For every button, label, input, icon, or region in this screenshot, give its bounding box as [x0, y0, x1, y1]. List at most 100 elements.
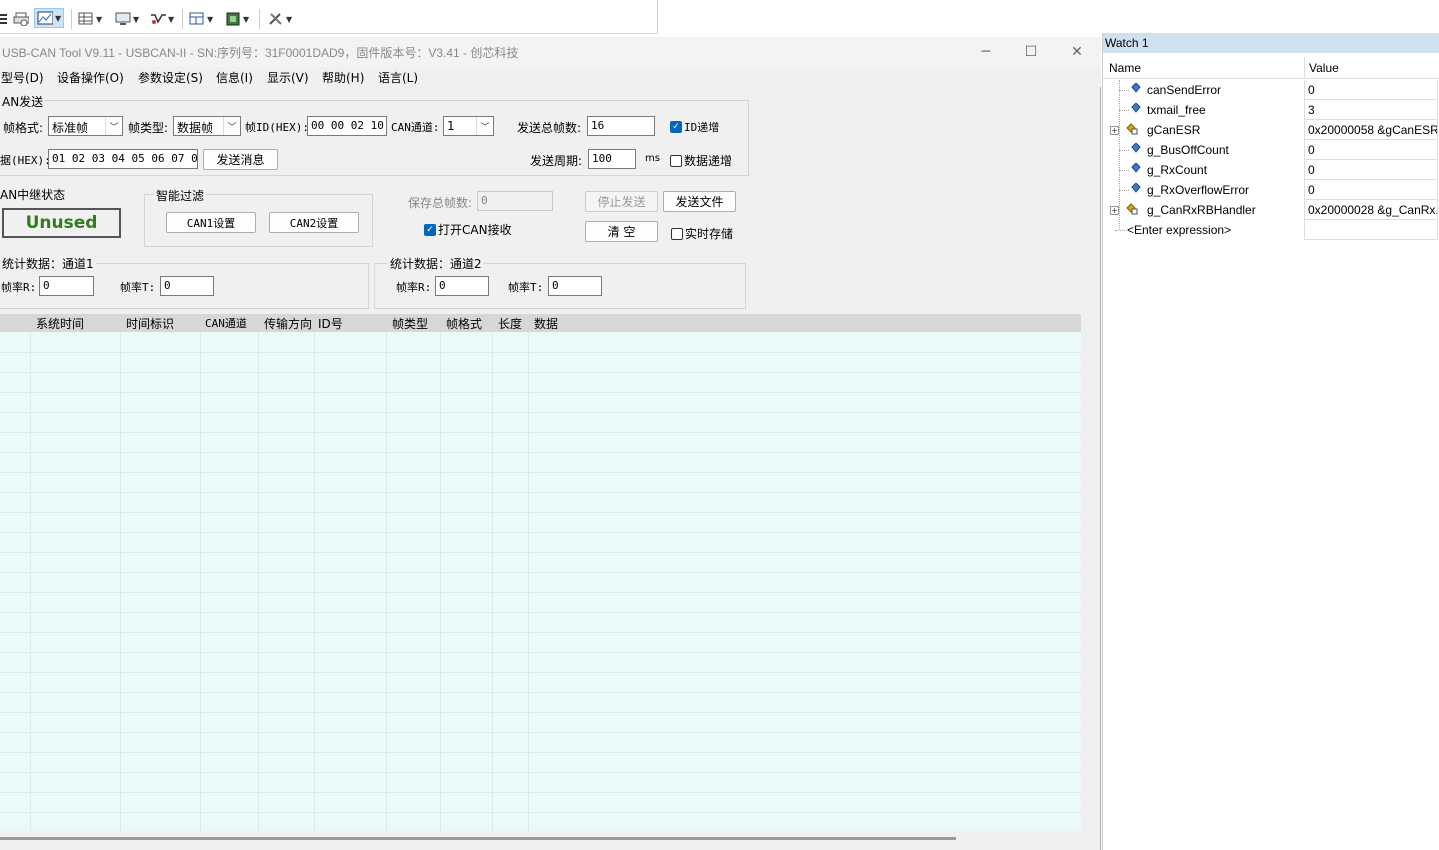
rate-r-label: 帧率R: — [1, 281, 37, 294]
check-icon: ✓ — [670, 121, 682, 133]
send-message-button[interactable]: 发送消息 — [203, 149, 278, 170]
col-name[interactable]: Name — [1109, 61, 1141, 75]
watch-value[interactable]: 0x20000028 &g_CanRx... — [1304, 200, 1438, 220]
frame-id-input[interactable]: 00 00 02 10 — [307, 116, 387, 136]
data-input[interactable]: 01 02 03 04 05 06 07 08 — [48, 149, 198, 169]
col-length[interactable]: 长度 — [498, 315, 522, 332]
chevron-down-icon: ﹀ — [223, 117, 240, 135]
col-frame-format[interactable]: 帧格式 — [446, 315, 482, 332]
watch-name: gCanESR — [1147, 123, 1201, 137]
watch-row[interactable]: txmail_free 3 — [1103, 100, 1439, 120]
printer-icon[interactable] — [13, 9, 29, 29]
period-unit: ms — [645, 153, 660, 164]
smart-filter-label: 智能过滤 — [154, 187, 207, 204]
watch-row[interactable]: g_RxOverflowError 0 — [1103, 180, 1439, 200]
frame-type-select[interactable]: 数据帧 ﹀ — [173, 116, 241, 136]
title-bar: USB-CAN Tool V9.11 - USBCAN-II - SN:序列号：… — [0, 37, 1101, 67]
signal-icon[interactable]: ▼ — [150, 9, 174, 29]
watch-value[interactable]: 3 — [1304, 100, 1438, 120]
col-value[interactable]: Value — [1309, 61, 1339, 75]
menu-language[interactable]: 语言(L) — [378, 69, 418, 86]
grid-icon[interactable]: ▼ — [78, 9, 102, 29]
variable-icon — [1131, 102, 1141, 113]
watch-value[interactable]: 0x20000058 &gCanESR — [1304, 120, 1438, 140]
period-label: 发送周期: — [530, 154, 583, 168]
watch-name: g_RxOverflowError — [1147, 183, 1250, 197]
chip-icon[interactable]: ▼ — [225, 9, 249, 29]
relay-status-badge: Unused — [2, 208, 121, 238]
can-send-group-label: AN发送 — [0, 93, 46, 110]
col-data[interactable]: 数据 — [534, 315, 558, 332]
can-channel-label: CAN通道: — [391, 121, 440, 134]
watch-value[interactable]: 0 — [1304, 180, 1438, 200]
stop-send-button[interactable]: 停止发送 — [585, 191, 658, 212]
enter-expression-value[interactable] — [1304, 220, 1438, 240]
stats-channel2-label: 统计数据：通道2 — [388, 255, 484, 272]
watch-panel: Watch 1 Name Value canSendError 0 txmail_f… — [1102, 33, 1439, 850]
minimize-button[interactable]: ─ — [963, 37, 1009, 67]
can2-settings-button[interactable]: CAN2设置 — [269, 212, 359, 233]
expand-icon[interactable]: + — [1110, 126, 1119, 135]
relay-status-label: AN中继状态 — [0, 188, 66, 202]
expand-icon[interactable]: + — [1110, 206, 1119, 215]
watch-row[interactable]: + gCanESR 0x20000058 &gCanESR — [1103, 120, 1439, 140]
stats-channel1-label: 统计数据：通道1 — [0, 255, 96, 272]
col-id[interactable]: ID号 — [318, 315, 343, 332]
watch-row[interactable]: g_BusOffCount 0 — [1103, 140, 1439, 160]
enter-expression[interactable]: <Enter expression> — [1127, 223, 1231, 237]
watch-row[interactable]: + g_CanRxRBHandler 0x20000028 &g_CanRx... — [1103, 200, 1439, 220]
monitor-icon[interactable]: ▼ — [115, 9, 139, 29]
can-channel-select[interactable]: 1 ﹀ — [443, 116, 494, 136]
horizontal-scrollbar[interactable] — [0, 837, 956, 840]
data-increment-checkbox[interactable]: 数据递增 — [670, 152, 732, 169]
rate-t-label: 帧率T: — [508, 281, 544, 294]
col-frame-type[interactable]: 帧类型 — [392, 315, 428, 332]
struct-icon — [1125, 123, 1138, 135]
clear-button[interactable]: 清 空 — [585, 221, 658, 242]
col-direction[interactable]: 传输方向 — [264, 315, 312, 332]
chevron-down-icon: ﹀ — [105, 117, 122, 135]
menu-info[interactable]: 信息(I) — [216, 69, 253, 86]
menu-help[interactable]: 帮助(H) — [322, 69, 364, 86]
watch-name: canSendError — [1147, 83, 1222, 97]
col-can-channel[interactable]: CAN通道 — [205, 315, 247, 331]
variable-icon — [1131, 82, 1141, 93]
watch-value[interactable]: 0 — [1304, 160, 1438, 180]
frame-data-grid[interactable]: 系统时间 时间标识 CAN通道 传输方向 ID号 帧类型 帧格式 长度 数据 — [0, 314, 1081, 831]
watch-row[interactable]: g_RxCount 0 — [1103, 160, 1439, 180]
send-file-button[interactable]: 发送文件 — [663, 191, 736, 212]
total-frames-input[interactable]: 16 — [587, 116, 655, 136]
menu-device[interactable]: 设备操作(O) — [57, 69, 124, 86]
col-time-stamp[interactable]: 时间标识 — [126, 315, 174, 332]
realtime-save-checkbox[interactable]: 实时存储 — [671, 225, 733, 242]
watch-value[interactable]: 0 — [1304, 80, 1438, 100]
close-button[interactable]: ✕ — [1054, 37, 1100, 67]
rate-r-label: 帧率R: — [396, 281, 432, 294]
watch-name: g_RxCount — [1147, 163, 1208, 177]
maximize-button[interactable]: ☐ — [1008, 37, 1054, 67]
menu-bar: 型号(D) 设备操作(O) 参数设定(S) 信息(I) 显示(V) 帮助(H) … — [0, 67, 1101, 87]
frame-type-label: 帧类型: — [128, 121, 169, 135]
rate-r-ch2-value: 0 — [435, 276, 489, 296]
watch-name: g_BusOffCount — [1147, 143, 1229, 157]
id-increment-checkbox[interactable]: ✓ ID递增 — [670, 119, 719, 135]
frame-format-select[interactable]: 标准帧 ﹀ — [48, 116, 123, 136]
tools-icon[interactable]: ▼ — [268, 9, 292, 29]
period-input[interactable]: 100 — [588, 149, 636, 169]
enter-expression-row[interactable]: <Enter expression> — [1103, 220, 1439, 240]
can1-settings-button[interactable]: CAN1设置 — [166, 212, 256, 233]
menu-params[interactable]: 参数设定(S) — [138, 69, 203, 86]
col-system-time[interactable]: 系统时间 — [36, 315, 84, 332]
open-can-receive-checkbox[interactable]: ✓ 打开CAN接收 — [424, 221, 512, 238]
rate-r-ch1-value: 0 — [39, 276, 94, 296]
chart-icon[interactable]: ▼ — [34, 8, 65, 28]
data-label: 据(HEX): — [0, 154, 51, 167]
watch-row[interactable]: canSendError 0 — [1103, 80, 1439, 100]
menu-model[interactable]: 型号(D) — [1, 69, 44, 86]
variable-icon — [1131, 182, 1141, 193]
frame-id-label: 帧ID(HEX): — [245, 121, 309, 134]
menu-view[interactable]: 显示(V) — [267, 69, 309, 86]
table-icon[interactable]: ▼ — [189, 9, 213, 29]
variable-icon — [1131, 142, 1141, 153]
watch-value[interactable]: 0 — [1304, 140, 1438, 160]
